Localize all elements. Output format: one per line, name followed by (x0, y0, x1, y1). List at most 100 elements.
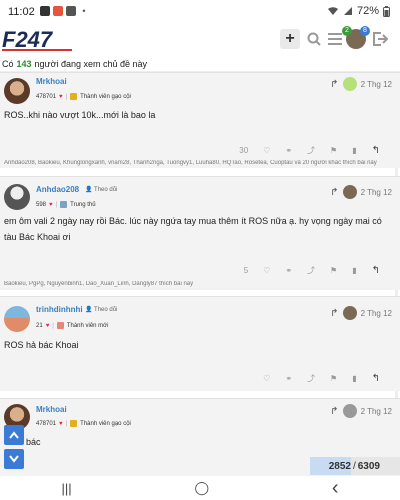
flag-icon[interactable]: ⚑ (330, 266, 337, 275)
username[interactable]: trinhdinhnhi (36, 305, 83, 314)
like-count[interactable]: 30 (239, 146, 248, 155)
follow-button[interactable]: 👤 Theo dõi (85, 306, 117, 313)
signal-icon (343, 7, 352, 15)
username[interactable]: Mrkhoai (36, 77, 67, 86)
scroll-up-button[interactable] (4, 425, 24, 445)
create-topic-button[interactable]: + (280, 29, 300, 49)
reply-avatar[interactable] (342, 77, 357, 91)
like-count[interactable]: 5 (244, 266, 248, 275)
rank-icon (70, 93, 78, 100)
user-score: 478701 (36, 93, 57, 100)
link-icon[interactable]: ⚭ (285, 266, 292, 275)
likers-list[interactable]: Anhdao208, Baokieu, Khunglongxanh, vnam2… (4, 160, 394, 166)
link-icon[interactable]: ⚭ (285, 146, 292, 155)
post-item: trinhdinhnhi 👤 Theo dõi 21 ♥ | Thành viê… (0, 296, 400, 391)
back-button[interactable]: ‹ (332, 477, 339, 500)
flag-icon[interactable]: ⚑ (330, 146, 337, 155)
reply-icon[interactable]: ↰ (372, 145, 380, 156)
post-date[interactable]: 2 Thg 12 (361, 407, 392, 416)
reply-to-icon[interactable]: ↱ (330, 308, 338, 319)
share-icon[interactable]: ⤴ (307, 265, 315, 276)
site-header: F247 + 2 8 (0, 24, 400, 56)
user-meta: 598 ♥ | Trung thủ (36, 201, 96, 208)
heart-outline-icon[interactable]: ♡ (263, 146, 270, 155)
link-icon[interactable]: ⚭ (285, 374, 292, 383)
heart-icon: ♥ (59, 420, 63, 427)
topic-progress[interactable]: 2852 / 6309 (310, 457, 400, 475)
post-date[interactable]: 2 Thg 12 (361, 309, 392, 318)
online-count: 143 (16, 58, 32, 69)
user-rank: Thành viên mới (66, 322, 109, 329)
system-nav-bar: ||| ◯ ‹ (0, 476, 400, 500)
user-rank: Thành viên gạo cội (80, 420, 131, 427)
post-date[interactable]: 2 Thg 12 (361, 80, 392, 89)
app-notification-icon (53, 6, 63, 16)
user-meta: 478701 ♥ | Thành viên gạo cội (36, 93, 131, 100)
share-icon[interactable]: ⤴ (307, 373, 315, 384)
post-item: Anhdao208 👤 Theo dõi 598 ♥ | Trung thủ ↱… (0, 176, 400, 290)
status-notification-icons: • (40, 6, 89, 16)
status-time: 11:02 (8, 6, 35, 18)
recent-apps-button[interactable]: ||| (61, 481, 71, 496)
follow-label: Theo dõi (94, 307, 118, 313)
reply-avatar[interactable] (342, 404, 357, 418)
search-icon[interactable] (304, 29, 324, 49)
follow-button[interactable]: 👤 Theo dõi (85, 186, 117, 193)
heart-outline-icon[interactable]: ♡ (263, 266, 270, 275)
chevron-down-icon (9, 455, 19, 463)
avatar[interactable] (4, 184, 30, 210)
post-content: ROS..khi nào vượt 10k...mới là bao la (4, 110, 156, 120)
divider: | (65, 420, 68, 427)
reply-avatar[interactable] (342, 185, 357, 199)
post-content: bác (26, 437, 41, 447)
share-icon[interactable]: ⤴ (307, 145, 315, 156)
flag-icon[interactable]: ⚑ (330, 374, 337, 383)
follow-label: Theo dõi (94, 187, 118, 193)
divider: | (55, 201, 58, 208)
reply-avatar[interactable] (342, 306, 357, 320)
reply-icon[interactable]: ↰ (372, 373, 380, 384)
post-content: ROS hả bác Khoai (4, 340, 79, 350)
user-rank: Trung thủ (70, 201, 96, 208)
reply-to-icon[interactable]: ↱ (330, 187, 338, 198)
user-rank: Thành viên gạo cội (80, 93, 131, 100)
scroll-down-button[interactable] (4, 449, 24, 469)
user-meta: 478701 ♥ | Thành viên gạo cội (36, 420, 131, 427)
user-score: 478701 (36, 420, 57, 427)
online-suffix: người đang xem chủ đề này (34, 58, 148, 69)
more-dot-icon: • (79, 6, 89, 16)
post-header-right: ↱ 2 Thg 12 (330, 77, 392, 91)
username[interactable]: Anhdao208 (36, 185, 79, 194)
divider: | (52, 322, 54, 329)
heart-icon: ♥ (49, 201, 53, 208)
heart-icon: ♥ (59, 93, 63, 100)
reply-icon[interactable]: ↰ (372, 265, 380, 276)
post-actions: 5 ♡ ⚭ ⤴ ⚑ ▮ ↰ (244, 265, 380, 276)
battery-text: 72% (356, 5, 379, 17)
bookmark-icon[interactable]: ▮ (352, 374, 356, 383)
avatar[interactable] (4, 306, 30, 332)
rank-icon (56, 322, 64, 329)
wifi-icon (327, 7, 338, 15)
progress-separator: / (352, 460, 356, 472)
notification-badge-green: 2 (342, 26, 352, 36)
avatar[interactable] (4, 78, 30, 104)
post-item: Mrkhoai 478701 ♥ | Thành viên gạo cội ↱ … (0, 72, 400, 168)
username[interactable]: Mrkhoai (36, 405, 67, 414)
home-button[interactable]: ◯ (194, 480, 209, 496)
logout-icon[interactable] (370, 29, 390, 49)
rank-icon (60, 201, 68, 208)
messenger-notification-icon (66, 6, 76, 16)
post-date[interactable]: 2 Thg 12 (361, 188, 392, 197)
bookmark-icon[interactable]: ▮ (352, 146, 356, 155)
reply-to-icon[interactable]: ↱ (330, 406, 338, 417)
bookmark-icon[interactable]: ▮ (352, 266, 356, 275)
divider: | (65, 93, 68, 100)
likers-list[interactable]: Baokieu, PgPg, Nguyenbinh1, Dao_Xuan_Lin… (4, 281, 394, 287)
battery-icon (383, 5, 390, 17)
heart-outline-icon[interactable]: ♡ (263, 374, 270, 383)
reply-to-icon[interactable]: ↱ (330, 79, 338, 90)
post-content: em ôm vali 2 ngày nay rồi Bác. lúc này n… (4, 216, 382, 242)
f247-logo[interactable]: F247 (2, 27, 74, 53)
logo-text: F247 (2, 27, 54, 52)
